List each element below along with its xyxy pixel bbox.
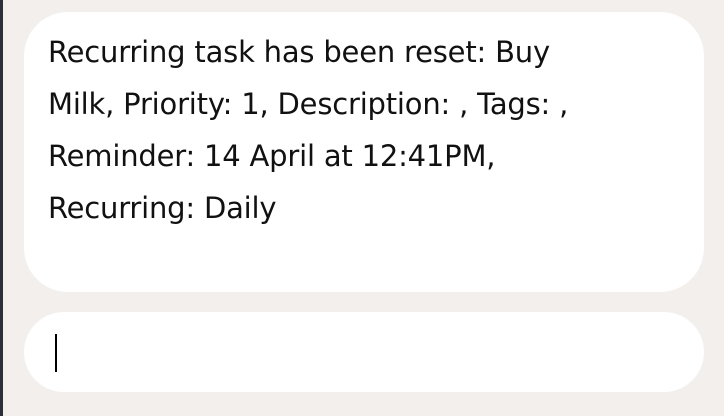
window-left-edge <box>0 0 3 416</box>
bot-message-bubble: Recurring task has been reset: Buy Milk,… <box>24 12 704 292</box>
message-line: Recurring task has been reset: Buy <box>48 35 550 69</box>
message-input[interactable] <box>24 312 704 392</box>
message-line: Reminder: 14 April at 12:41PM, <box>48 139 496 173</box>
message-text: Recurring task has been reset: Buy Milk,… <box>48 26 680 234</box>
text-caret <box>55 334 57 372</box>
message-input-box[interactable] <box>24 312 704 392</box>
message-line: Milk, Priority: 1, Description: , Tags: … <box>48 87 569 121</box>
message-line: Recurring: Daily <box>48 191 277 225</box>
